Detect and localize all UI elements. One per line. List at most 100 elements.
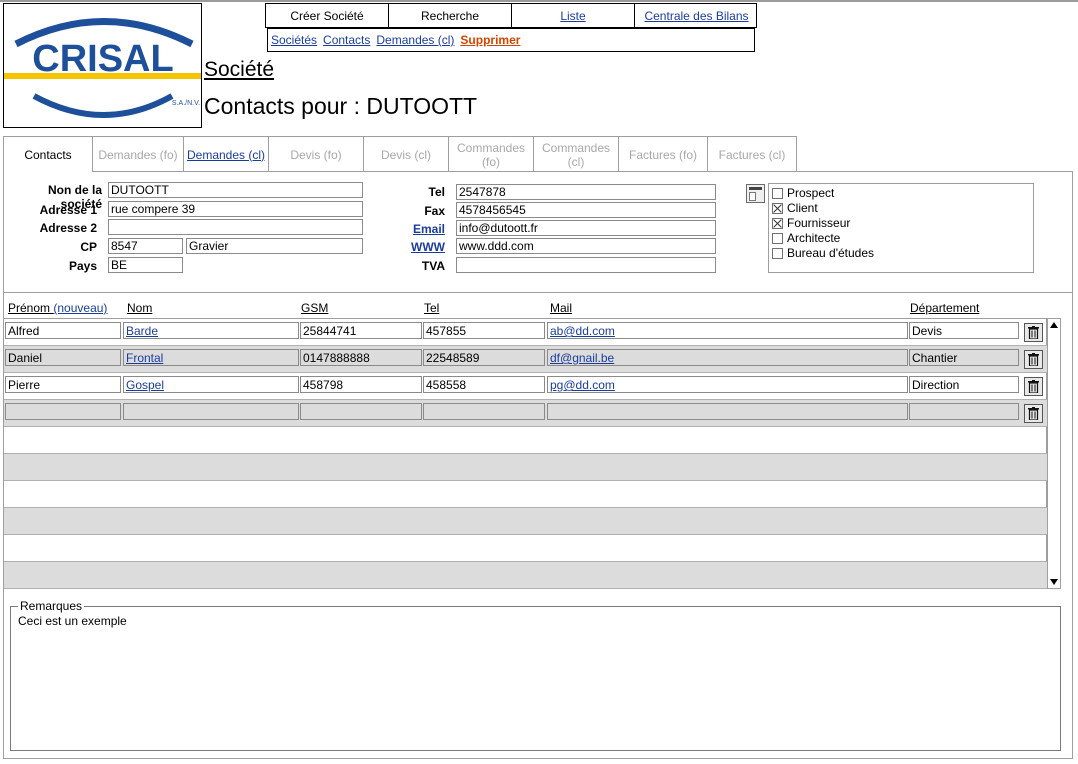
tab-label-line1[interactable]: Demandes (cl): [187, 148, 265, 162]
tab-label-line1[interactable]: Devis (cl): [381, 148, 431, 162]
cell-gsm[interactable]: 0147888888: [300, 349, 422, 366]
cell-tel[interactable]: 22548589: [423, 349, 545, 366]
header-gsm[interactable]: GSM: [301, 301, 328, 315]
tab-label[interactable]: Contacts: [24, 148, 71, 162]
tab-label-line1[interactable]: Factures (fo): [629, 148, 697, 162]
menu-item-3[interactable]: Centrale des Bilans: [635, 4, 758, 27]
cell-dept[interactable]: Chantier: [909, 349, 1019, 366]
contact-card-icon[interactable]: [746, 184, 765, 203]
tab-label-line1[interactable]: Devis (fo): [290, 148, 341, 162]
table-row[interactable]: Alfred Barde 25844741 457855 ab@dd.com Devis: [4, 319, 1048, 346]
address2-field[interactable]: [108, 219, 363, 235]
table-row[interactable]: Pierre Gospel 458798 458558 pg@dd.com Directi…: [4, 373, 1048, 400]
cell-dept[interactable]: Direction: [909, 376, 1019, 393]
tab-0[interactable]: Contacts: [3, 136, 93, 172]
tab-label-line1[interactable]: Commandes: [457, 141, 525, 155]
page-title[interactable]: Société: [204, 58, 274, 82]
tab-4[interactable]: Devis (cl): [363, 136, 449, 172]
checked-checkbox[interactable]: [772, 217, 783, 229]
scroll-up-icon[interactable]: [1050, 322, 1058, 328]
cell-tel[interactable]: [423, 403, 545, 420]
tab-label[interactable]: Demandes (cl): [187, 148, 265, 162]
table-row[interactable]: [4, 400, 1048, 427]
cell-mail[interactable]: [547, 403, 908, 420]
table-row[interactable]: Daniel Frontal 0147888888 22548589 df@gnail.…: [4, 346, 1048, 373]
fax-field[interactable]: 4578456545: [456, 202, 716, 218]
cell-mail[interactable]: pg@dd.com: [547, 376, 908, 393]
cp-field[interactable]: 8547: [108, 238, 183, 254]
www-field[interactable]: www.ddd.com: [456, 238, 716, 254]
menu-item-2[interactable]: Liste: [512, 4, 635, 27]
menu-item-label[interactable]: Liste: [560, 9, 585, 23]
header-prenom-text[interactable]: Prénom: [8, 301, 50, 315]
country-field[interactable]: BE: [108, 257, 183, 273]
header-tel[interactable]: Tel: [424, 301, 439, 315]
cell-prenom[interactable]: Alfred: [5, 322, 121, 339]
type-checkbox-row[interactable]: Fournisseur: [772, 216, 850, 230]
unchecked-checkbox[interactable]: [772, 232, 783, 244]
cell-nom[interactable]: Frontal: [123, 349, 299, 366]
tab-label-line1[interactable]: Demandes (fo): [98, 148, 177, 162]
menu-item-label[interactable]: Recherche: [421, 9, 479, 23]
menu-item-0[interactable]: Créer Société: [266, 4, 389, 27]
tab-8[interactable]: Factures (cl): [707, 136, 797, 172]
tab-label[interactable]: Devis (cl): [381, 148, 431, 162]
tab-label-line2[interactable]: (fo): [482, 155, 500, 169]
tab-label[interactable]: Commandes (fo): [457, 141, 525, 169]
tab-label[interactable]: Demandes (fo): [98, 148, 177, 162]
city-field[interactable]: Gravier: [186, 238, 363, 254]
tab-7[interactable]: Factures (fo): [618, 136, 708, 172]
new-contact-link[interactable]: (nouveau): [53, 301, 107, 315]
cell-gsm[interactable]: [300, 403, 422, 420]
unchecked-checkbox[interactable]: [772, 247, 783, 259]
type-checkbox-row[interactable]: Bureau d'études: [772, 246, 874, 260]
checked-checkbox[interactable]: [772, 202, 783, 214]
tab-label-line2[interactable]: (cl): [568, 155, 585, 169]
menu-item-label[interactable]: Créer Société: [290, 9, 363, 23]
email-link[interactable]: Email: [380, 222, 445, 236]
tab-label[interactable]: Commandes (cl): [542, 141, 610, 169]
cell-nom[interactable]: Barde: [123, 322, 299, 339]
menu-item-label[interactable]: Centrale des Bilans: [644, 9, 748, 23]
tab-3[interactable]: Devis (fo): [268, 136, 364, 172]
www-link[interactable]: WWW: [380, 240, 445, 254]
tab-label[interactable]: Devis (fo): [290, 148, 341, 162]
remarks-text[interactable]: Ceci est un exemple: [18, 614, 127, 628]
cell-prenom[interactable]: Daniel: [5, 349, 121, 366]
cell-prenom[interactable]: [5, 403, 121, 420]
cell-mail[interactable]: ab@dd.com: [547, 322, 908, 339]
grid-scrollbar[interactable]: [1047, 318, 1061, 589]
company-name-field[interactable]: DUTOOTT: [108, 182, 363, 198]
submenu-contacts-link[interactable]: Contacts: [323, 33, 370, 47]
cell-gsm[interactable]: 25844741: [300, 322, 422, 339]
unchecked-checkbox[interactable]: [772, 187, 783, 199]
cell-gsm[interactable]: 458798: [300, 376, 422, 393]
trash-icon[interactable]: [1024, 377, 1043, 396]
remarks-box[interactable]: [10, 606, 1061, 751]
type-checkbox-row[interactable]: Client: [772, 201, 818, 215]
trash-icon[interactable]: [1024, 350, 1043, 369]
menu-item-1[interactable]: Recherche: [389, 4, 512, 27]
address1-field[interactable]: rue compere 39: [108, 201, 363, 217]
submenu-demandes-cl-link[interactable]: Demandes (cl): [376, 33, 454, 47]
tab-6[interactable]: Commandes (cl): [533, 136, 619, 172]
submenu-societes-link[interactable]: Sociétés: [271, 33, 317, 47]
cell-mail[interactable]: df@gnail.be: [547, 349, 908, 366]
type-checkbox-row[interactable]: Prospect: [772, 186, 834, 200]
tab-label-line1[interactable]: Commandes: [542, 141, 610, 155]
tab-label[interactable]: Factures (cl): [719, 148, 786, 162]
header-mail[interactable]: Mail: [550, 301, 572, 315]
tab-label-line1[interactable]: Contacts: [24, 148, 71, 162]
trash-icon[interactable]: [1024, 404, 1043, 423]
tab-2[interactable]: Demandes (cl): [183, 136, 269, 172]
tel-field[interactable]: 2547878: [456, 184, 716, 200]
cell-nom[interactable]: Gospel: [123, 376, 299, 393]
cell-nom[interactable]: [123, 403, 299, 420]
cell-dept[interactable]: [909, 403, 1019, 420]
tab-label-line1[interactable]: Factures (cl): [719, 148, 786, 162]
type-checkbox-row[interactable]: Architecte: [772, 231, 840, 245]
tab-1[interactable]: Demandes (fo): [92, 136, 184, 172]
header-prenom[interactable]: Prénom (nouveau): [8, 301, 107, 315]
tab-5[interactable]: Commandes (fo): [448, 136, 534, 172]
header-nom[interactable]: Nom: [127, 301, 152, 315]
